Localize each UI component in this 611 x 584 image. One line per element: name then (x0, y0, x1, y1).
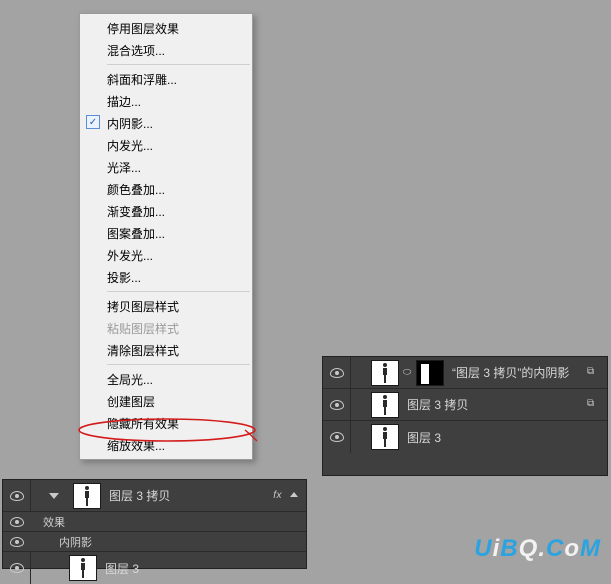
menu-item-label: 内发光... (107, 137, 153, 154)
menu-item[interactable]: 缩放效果... (81, 434, 251, 456)
effect-inner-shadow[interactable]: 内阴影 (3, 532, 306, 552)
visibility-toggle[interactable] (3, 480, 31, 512)
menu-item[interactable]: 描边... (81, 90, 251, 112)
layer-row[interactable]: 图层 3 拷贝 ⧉ (323, 389, 607, 421)
figure-icon (81, 485, 93, 507)
visibility-toggle[interactable] (323, 421, 351, 453)
figure-icon (379, 394, 391, 416)
layer-row[interactable]: 图层 3 (3, 552, 306, 584)
eye-icon (330, 432, 344, 442)
menu-item[interactable]: 创建图层 (81, 390, 251, 412)
menu-item[interactable]: 隐藏所有效果 (81, 412, 251, 434)
layer-mask-thumbnail[interactable] (416, 360, 444, 386)
effect-label: 内阴影 (31, 534, 92, 550)
menu-item[interactable]: ✓ 内阴影... (81, 112, 251, 134)
menu-separator (107, 291, 250, 292)
fx-badge[interactable]: fx (273, 490, 282, 501)
menu-item[interactable]: 图案叠加... (81, 222, 251, 244)
menu-item: 粘贴图层样式 (81, 317, 251, 339)
eye-icon[interactable] (10, 537, 24, 547)
layer-name[interactable]: 图层 3 拷贝 (407, 396, 468, 413)
menu-item-label: 图案叠加... (107, 225, 165, 242)
check-icon: ✓ (86, 115, 100, 129)
figure-icon (77, 557, 89, 579)
layers-panel-right: ⬭ “图层 3 拷贝”的内阴影 ⧉ 图层 3 拷贝 ⧉ 图层 3 (322, 356, 608, 476)
layer-row[interactable]: ⬭ “图层 3 拷贝”的内阴影 ⧉ (323, 357, 607, 389)
menu-item-label: 光泽... (107, 159, 141, 176)
collapse-fx-icon[interactable] (290, 492, 298, 497)
effects-label: 效果 (31, 514, 65, 530)
menu-separator (107, 64, 250, 65)
menu-item-label: 外发光... (107, 247, 153, 264)
menu-item[interactable]: 内发光... (81, 134, 251, 156)
eye-icon (10, 563, 24, 573)
expand-icon[interactable] (49, 493, 59, 499)
menu-item-label: 拷贝图层样式 (107, 298, 179, 315)
menu-item-label: 斜面和浮雕... (107, 71, 177, 88)
menu-item-label: 投影... (107, 269, 141, 286)
layer-thumbnail[interactable] (371, 424, 399, 450)
menu-item[interactable]: 停用图层效果 (81, 17, 251, 39)
layer-thumbnail[interactable] (371, 392, 399, 418)
eye-icon (10, 491, 24, 501)
menu-item-label: 混合选项... (107, 42, 165, 59)
menu-item-label: 创建图层 (107, 393, 155, 410)
menu-item[interactable]: 混合选项... (81, 39, 251, 61)
eye-icon (330, 400, 344, 410)
menu-item-label: 隐藏所有效果 (107, 415, 179, 432)
clip-icon: ⧉ (587, 366, 599, 378)
layer-name[interactable]: 图层 3 (407, 429, 441, 446)
layer-row[interactable]: 图层 3 (323, 421, 607, 453)
menu-item[interactable]: 渐变叠加... (81, 200, 251, 222)
menu-item-label: 停用图层效果 (107, 20, 179, 37)
layer-row[interactable]: 图层 3 拷贝 fx (3, 480, 306, 512)
layers-panel-left: 图层 3 拷贝 fx 效果 内阴影 图层 3 (2, 479, 307, 569)
menu-item[interactable]: 全局光... (81, 368, 251, 390)
layer-thumbnail[interactable] (69, 555, 97, 581)
watermark: UiBQ.CoM (474, 535, 601, 563)
menu-item[interactable]: 投影... (81, 266, 251, 288)
menu-separator (107, 364, 250, 365)
menu-item-label: 清除图层样式 (107, 342, 179, 359)
layer-name[interactable]: “图层 3 拷贝”的内阴影 (452, 364, 569, 381)
visibility-toggle[interactable] (3, 552, 31, 584)
menu-item-label: 渐变叠加... (107, 203, 165, 220)
menu-item[interactable]: 拷贝图层样式 (81, 295, 251, 317)
menu-item[interactable]: 颜色叠加... (81, 178, 251, 200)
figure-icon (379, 426, 391, 448)
menu-item[interactable]: 光泽... (81, 156, 251, 178)
menu-item-label: 全局光... (107, 371, 153, 388)
visibility-toggle[interactable] (323, 389, 351, 421)
layer-thumbnail[interactable] (371, 360, 399, 386)
menu-item-label: 内阴影... (107, 115, 153, 132)
layer-style-context-menu[interactable]: 停用图层效果混合选项... 斜面和浮雕... 描边... ✓ 内阴影... 内发光... 光… (79, 13, 253, 460)
menu-item[interactable]: 斜面和浮雕... (81, 68, 251, 90)
layer-name[interactable]: 图层 3 (105, 560, 139, 577)
visibility-toggle[interactable] (323, 357, 351, 389)
menu-item[interactable]: 清除图层样式 (81, 339, 251, 361)
link-icon: ⬭ (402, 366, 412, 380)
figure-icon (379, 362, 391, 384)
effects-group[interactable]: 效果 (3, 512, 306, 532)
eye-icon[interactable] (10, 517, 24, 527)
layer-name[interactable]: 图层 3 拷贝 (109, 487, 170, 504)
menu-item-label: 颜色叠加... (107, 181, 165, 198)
menu-item-label: 描边... (107, 93, 141, 110)
menu-item[interactable]: 外发光... (81, 244, 251, 266)
menu-item-label: 粘贴图层样式 (107, 320, 179, 337)
eye-icon (330, 368, 344, 378)
clip-icon: ⧉ (587, 398, 599, 410)
menu-item-label: 缩放效果... (107, 437, 165, 454)
layer-thumbnail[interactable] (73, 483, 101, 509)
